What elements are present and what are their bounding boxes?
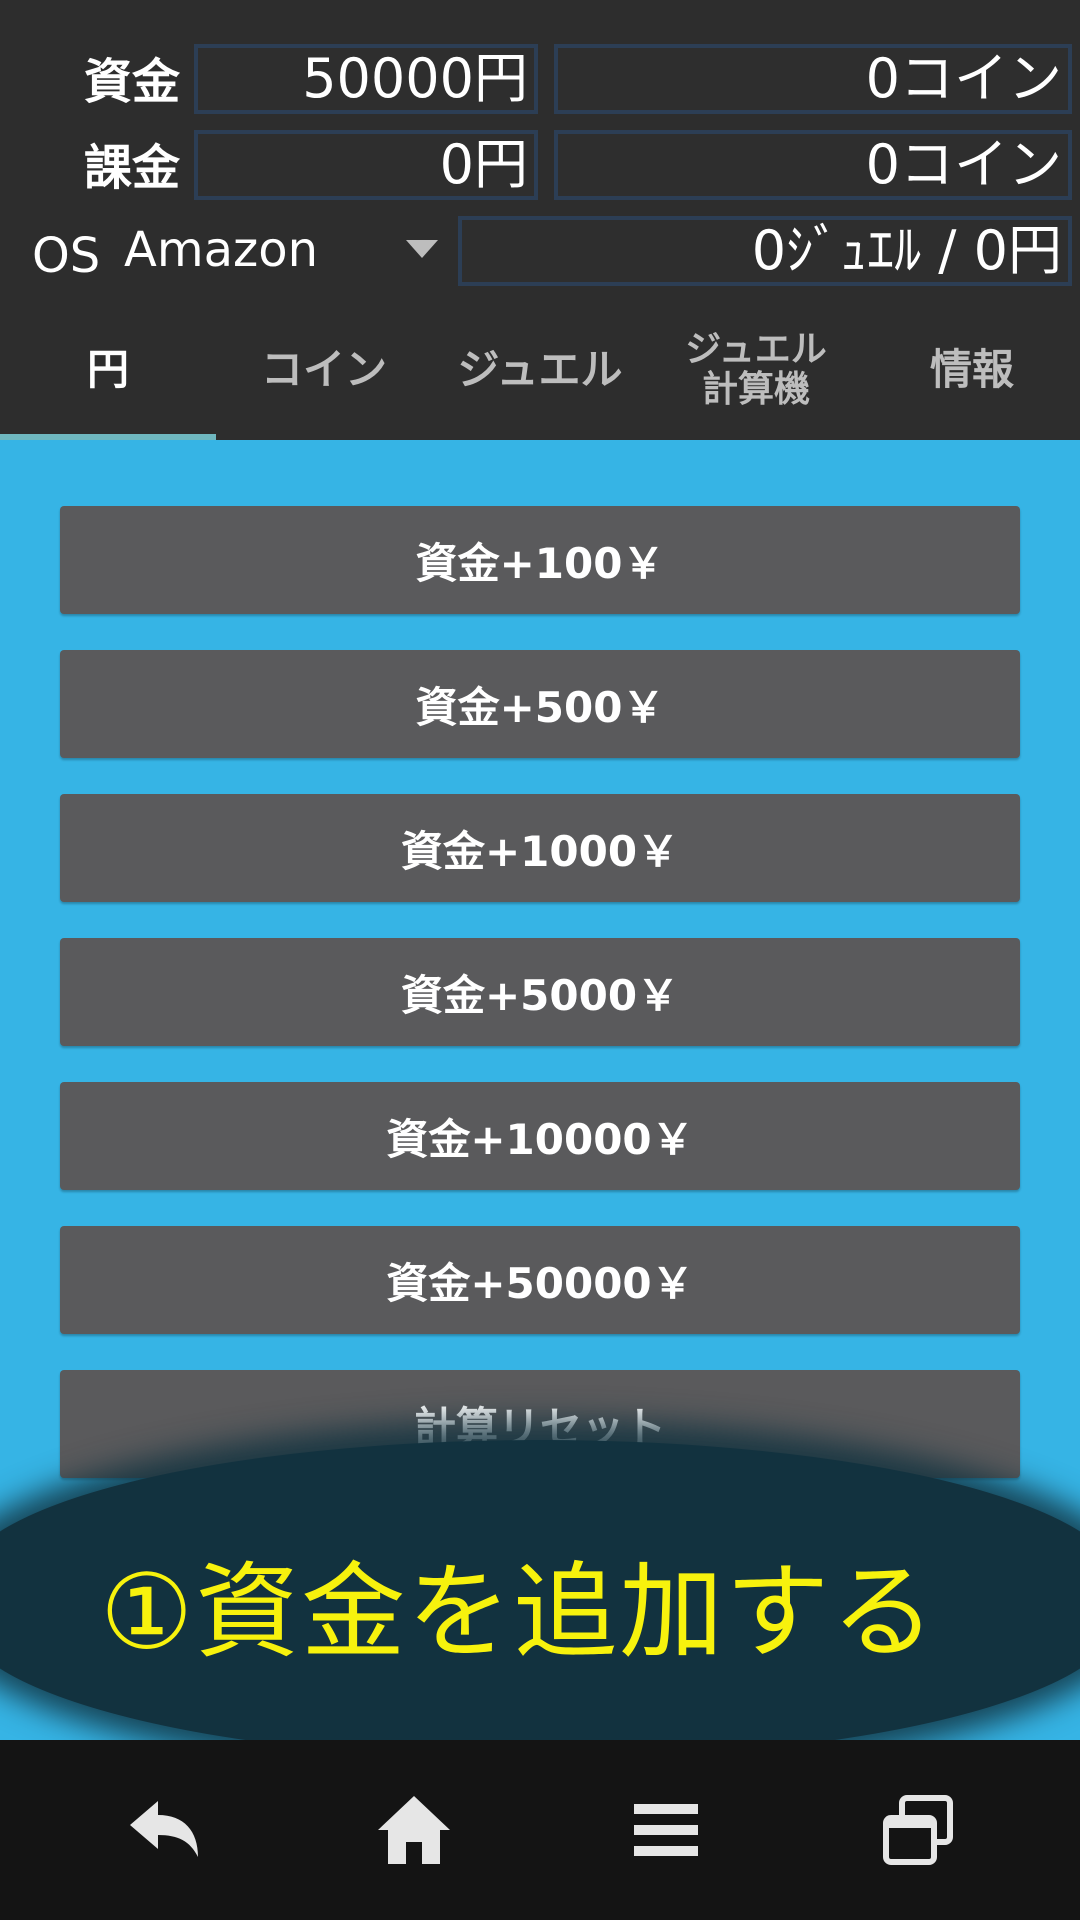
tab-jewel-calculator-label: ジュエル 計算機 [685,329,827,410]
recent-apps-button[interactable] [868,1780,968,1880]
menu-icon [634,1804,698,1856]
add-50000-button[interactable]: 資金+50000￥ [60,1226,1020,1334]
tab-coin-label: コイン [260,344,387,394]
tutorial-caption: ①資金を追加する [100,1551,938,1673]
back-button[interactable] [112,1780,212,1880]
menu-button[interactable] [616,1780,716,1880]
tab-jewel-label: ジュエル [457,344,623,394]
billing-coin-field: 0コイン [554,130,1072,200]
funds-yen-field: 50000円 [194,44,538,114]
navigation-bar [0,1740,1080,1920]
tab-bar: 円 コイン ジュエル ジュエル 計算機 情報 [0,300,1080,440]
add-100-button[interactable]: 資金+100￥ [60,506,1020,614]
tab-jewel-calculator[interactable]: ジュエル 計算機 [648,300,864,440]
home-icon [378,1796,450,1864]
os-dropdown[interactable]: Amazon [116,210,446,290]
jewel-summary-field: 0ｼﾞｭｴﾙ / 0円 [458,216,1072,286]
add-500-button[interactable]: 資金+500￥ [60,650,1020,758]
os-label: OS [32,228,101,284]
funds-label: 資金 [84,54,181,110]
recent-apps-icon [883,1795,953,1865]
tab-info-label: 情報 [929,344,1014,394]
billing-label: 課金 [84,140,181,196]
tab-coin[interactable]: コイン [216,300,432,440]
os-dropdown-value: Amazon [124,222,318,278]
tab-yen[interactable]: 円 [0,300,216,440]
funds-coin-field: 0コイン [554,44,1072,114]
tab-info[interactable]: 情報 [864,300,1080,440]
add-1000-button[interactable]: 資金+1000￥ [60,794,1020,902]
home-button[interactable] [364,1780,464,1880]
add-5000-button[interactable]: 資金+5000￥ [60,938,1020,1046]
billing-yen-field: 0円 [194,130,538,200]
back-icon [130,1801,198,1857]
tab-yen-label: 円 [86,344,129,394]
tab-jewel[interactable]: ジュエル [432,300,648,440]
add-10000-button[interactable]: 資金+10000￥ [60,1082,1020,1190]
dropdown-arrow-icon [406,240,438,258]
